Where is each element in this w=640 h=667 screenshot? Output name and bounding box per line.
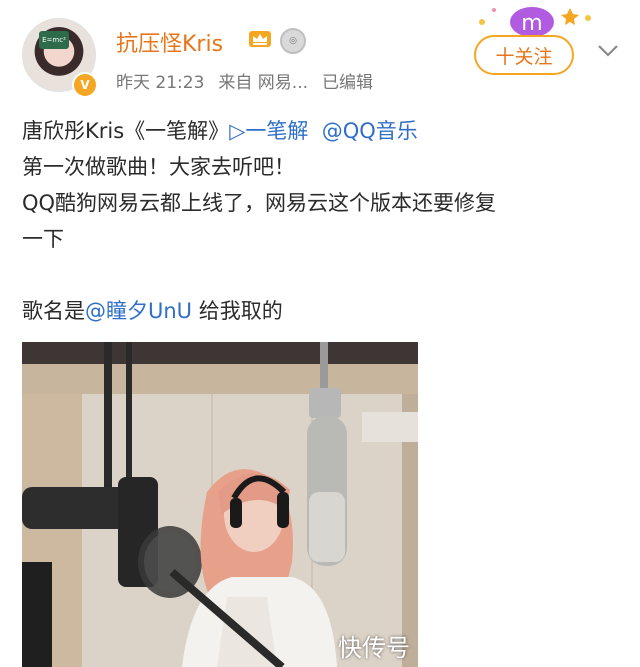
watermark: 快传号 [338,634,410,662]
mention-qq-music[interactable]: @QQ音乐 [322,119,418,143]
username[interactable]: 抗压怪Kris [116,26,223,58]
post-line-4: 一下 [22,227,64,251]
recording-studio-illustration [22,342,418,667]
music-link[interactable]: ▷一笔解 [229,119,308,143]
post-line-2: 第一次做歌曲！大家去听吧！ [22,155,295,179]
song-name-suffix: 给我取的 [192,299,283,323]
weibo-post-card: E=mc² V 抗压怪Kris ◎ 昨天 21:23 来自 网易... 已编辑 m … [0,0,640,667]
post-line-1: 唐欣彤Kris《一笔解》▷一笔解 @QQ音乐 [22,113,622,149]
edited-label[interactable]: 已编辑 [322,73,373,93]
post-photo[interactable] [22,342,418,667]
post-time[interactable]: 昨天 21:23 [116,73,204,93]
post-line-5: 歌名是@瞳夕UnU 给我取的 [22,293,622,329]
post-text: 唐欣彤Kris《一笔解》▷一笔解 @QQ音乐 第一次做歌曲！大家去听吧！ QQ酷… [22,113,622,329]
post-meta: 昨天 21:23 来自 网易... 已编辑 [116,68,387,93]
avatar-chalkboard: E=mc² [39,31,69,49]
medal-icon[interactable]: ◎ [280,28,306,54]
follow-button[interactable]: 十关注 [474,35,574,75]
mention-user[interactable]: @瞳夕UnU [85,299,192,323]
verified-badge-icon: V [72,72,98,98]
chevron-down-icon[interactable] [596,40,620,60]
decoration-stickers-icon: m [479,7,591,37]
post-line-3: QQ酷狗网易云都上线了，网易云这个版本还要修复 [22,191,497,215]
post-source[interactable]: 来自 网易... [218,73,308,93]
song-name-prefix: 歌名是 [22,299,85,323]
song-title-text: 唐欣彤Kris《一笔解》 [22,119,230,143]
crown-icon[interactable] [247,27,273,49]
deco-letter: m [521,11,542,36]
